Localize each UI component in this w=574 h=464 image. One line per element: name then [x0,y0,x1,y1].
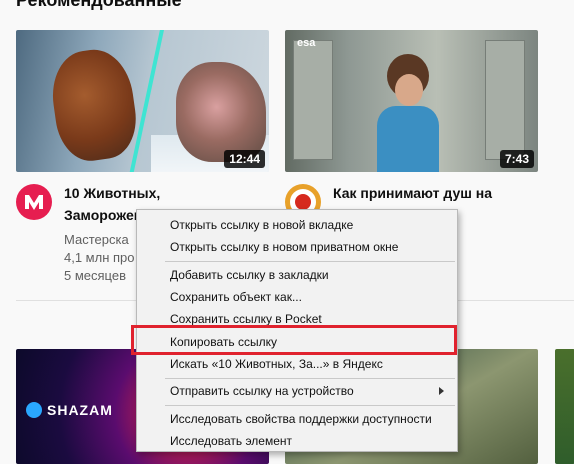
menu-item-bookmark-link[interactable]: Добавить ссылку в закладки [138,264,456,286]
channel-avatar[interactable] [16,184,52,220]
shazam-logo: SHAZAM [26,402,113,418]
view-count: 4,1 млн про [64,250,135,265]
menu-item-inspect-accessibility[interactable]: Исследовать свойства поддержки доступнос… [138,408,456,430]
section-heading: Рекомендованные [16,0,182,10]
menu-separator [165,261,455,262]
video-title[interactable]: Как принимают душ на [333,182,533,204]
menu-item-open-private-window[interactable]: Открыть ссылку в новом приватном окне [138,236,456,258]
menu-separator [165,378,455,379]
upload-age: 5 месяцев [64,268,126,283]
shazam-icon [26,402,42,418]
thumbnail-art [293,40,333,160]
thumbnail-art [377,54,439,172]
thumbnail-art [176,62,266,162]
menu-item-inspect-element[interactable]: Исследовать элемент [138,430,456,452]
menu-item-save-as[interactable]: Сохранить объект как... [138,286,456,308]
submenu-arrow-icon [439,387,444,395]
video-thumbnail-1[interactable]: 12:44 [16,30,269,172]
video-thumbnail-5[interactable] [555,349,574,464]
esa-logo: esa [297,37,316,49]
m-logo-icon [25,195,43,210]
thumbnail-art [46,44,142,166]
duration-badge: 12:44 [224,150,265,168]
channel-name[interactable]: Мастерска [64,232,129,247]
menu-item-send-to-device[interactable]: Отправить ссылку на устройство [138,380,456,402]
menu-item-open-new-tab[interactable]: Открыть ссылку в новой вкладке [138,214,456,236]
menu-separator [165,405,455,406]
duration-badge: 7:43 [499,150,534,168]
menu-item-search-yandex[interactable]: Искать «10 Животных, За...» в Яндекс [138,353,456,375]
thumbnail-art [485,40,525,160]
video-thumbnail-2[interactable]: esa 7:43 [285,30,538,172]
highlight-box [131,325,457,355]
